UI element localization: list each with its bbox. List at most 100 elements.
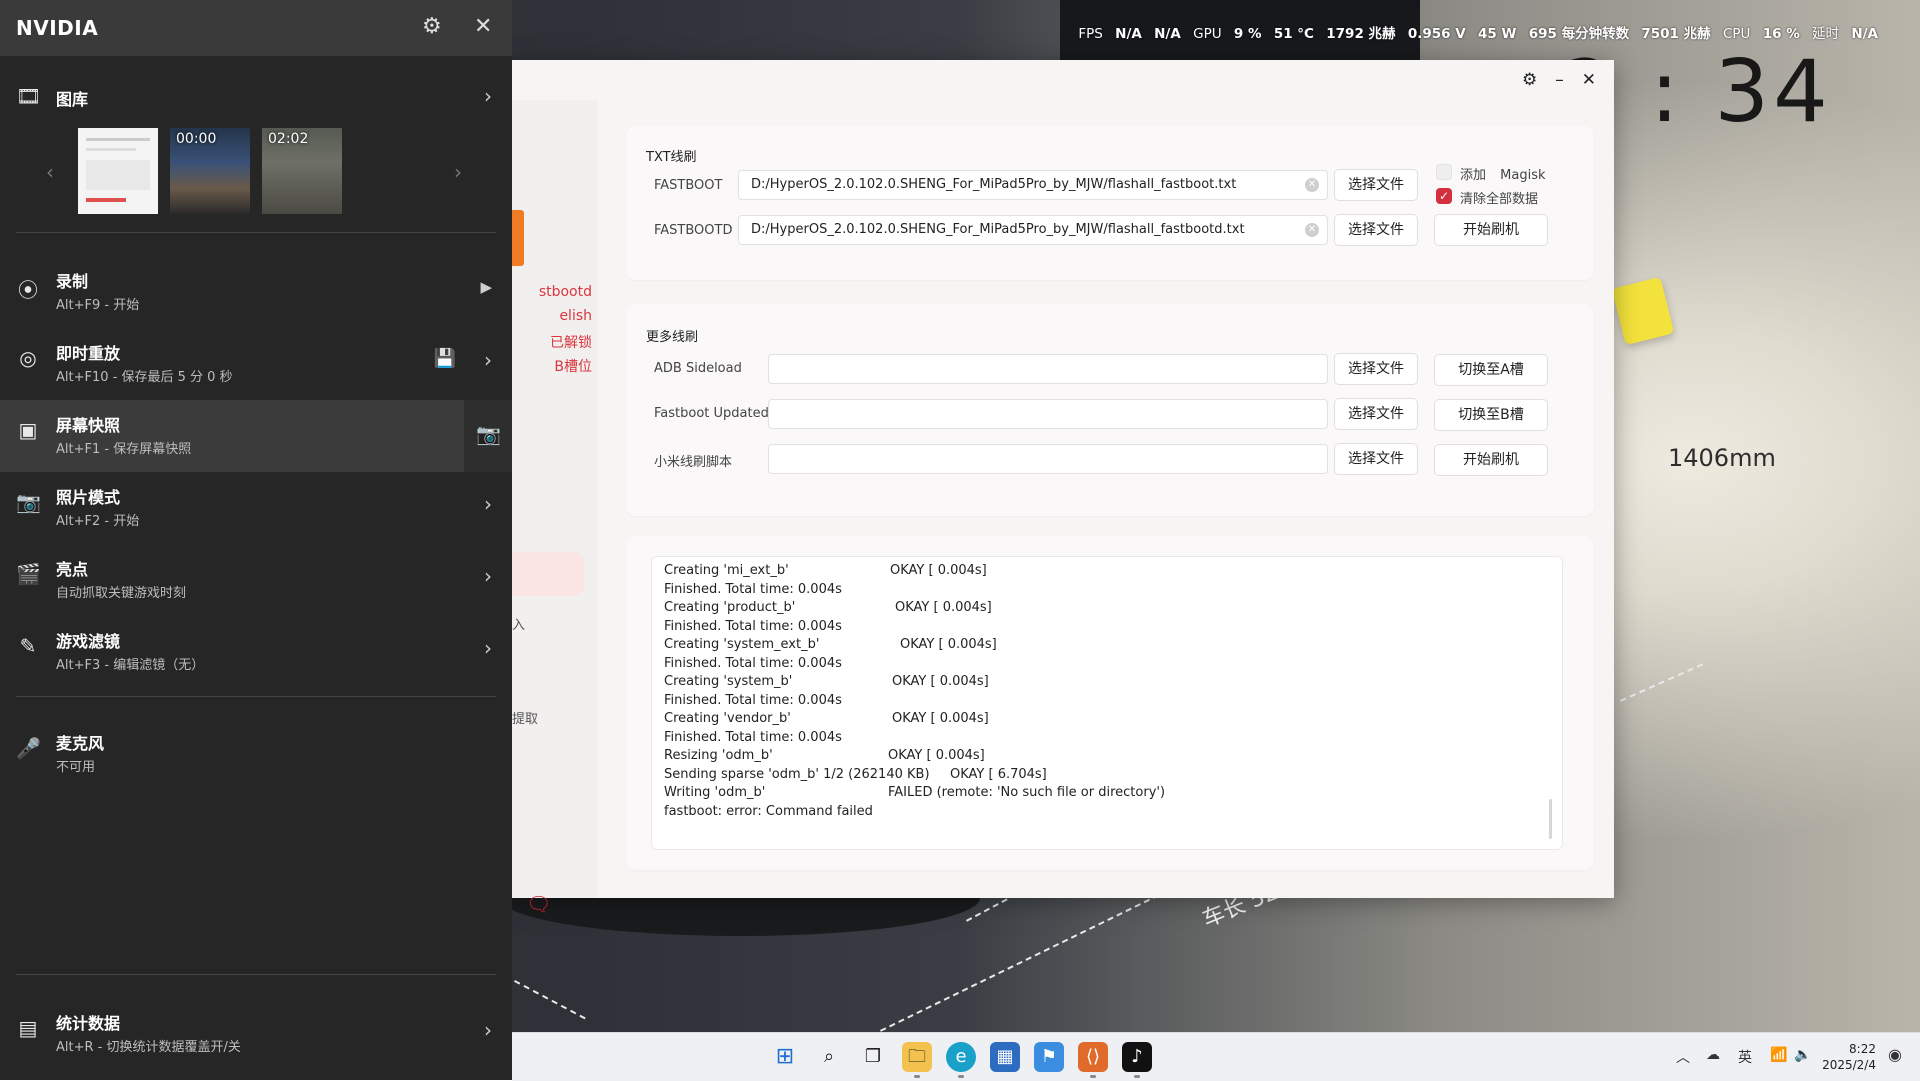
mi-flash-script-label: 小米线刷脚本 [654, 455, 733, 470]
log-line-status: OKAY [ 0.004s] [892, 711, 989, 726]
tray-expand-icon[interactable]: ︿ [1676, 1047, 1690, 1067]
stats-icon: ▤ [18, 1016, 38, 1040]
search-icon[interactable]: ⌕ [814, 1042, 844, 1072]
mi-flash-start-button[interactable]: 开始刷机 [1434, 444, 1548, 476]
taskbar-clock[interactable]: 8:22 2025/2/4 [1822, 1041, 1876, 1073]
code-app-icon[interactable]: ⟨⟩ [1078, 1042, 1108, 1072]
fastboot-updated-choose-file-button[interactable]: 选择文件 [1334, 398, 1418, 430]
start-flash-button[interactable]: 开始刷机 [1434, 214, 1548, 246]
sidebar-item-extract[interactable]: 提取 [512, 708, 538, 727]
thumb-time: 00:00 [176, 131, 217, 147]
hud-mem-clock: 7501 兆赫 [1641, 26, 1711, 42]
chevron-right-icon: › [484, 564, 492, 588]
fastboot-updated-input[interactable] [768, 399, 1328, 429]
chat-icon[interactable]: 🗨 [526, 892, 551, 916]
record-sub: Alt+F9 - 开始 [56, 298, 140, 313]
task-view-icon[interactable]: ❐ [858, 1042, 888, 1072]
adb-sideload-input[interactable] [768, 354, 1328, 384]
fastbootd-path-input[interactable]: D:/HyperOS_2.0.102.0.SHENG_For_MiPad5Pro… [738, 215, 1328, 245]
tiktok-icon[interactable]: ♪ [1122, 1042, 1152, 1072]
camera-button[interactable]: 📷 [464, 400, 512, 472]
image-icon: ▣ [18, 418, 38, 442]
file-explorer-icon[interactable]: 🗀 [902, 1042, 932, 1072]
hud-cpu-label: CPU [1722, 26, 1751, 42]
wipe-data-checkbox[interactable]: ✓ [1436, 188, 1452, 204]
add-magisk-checkbox[interactable] [1436, 164, 1452, 180]
gallery-next-icon[interactable]: › [454, 160, 462, 184]
log-line-status: OKAY [ 0.004s] [890, 563, 987, 578]
log-line: Resizing 'odm_b' [664, 748, 773, 763]
log-line: Finished. Total time: 0.004s [664, 581, 842, 597]
mi-flash-script-input[interactable] [768, 444, 1328, 474]
log-line: Creating 'product_b' [664, 600, 796, 615]
gear-icon[interactable]: ⚙ [1522, 70, 1537, 90]
fastboot-path-input[interactable]: D:/HyperOS_2.0.102.0.SHENG_For_MiPad5Pro… [738, 170, 1328, 200]
mi-flash-script-choose-file-button[interactable]: 选择文件 [1334, 443, 1418, 475]
adb-sideload-label: ADB Sideload [654, 361, 742, 376]
fastboot-choose-file-button[interactable]: 选择文件 [1334, 169, 1418, 201]
device-slot: B槽位 [554, 359, 592, 375]
fastbootd-choose-file-button[interactable]: 选择文件 [1334, 214, 1418, 246]
chevron-right-icon: › [484, 84, 492, 108]
hud-gpu-power: 45 W [1478, 26, 1517, 42]
device-mode: stbootd [538, 284, 592, 300]
volume-icon[interactable]: 🔈 [1794, 1047, 1811, 1063]
sidebar-item-selected[interactable] [512, 552, 584, 596]
wifi-icon[interactable]: 📶 [1770, 1047, 1787, 1063]
gallery-thumb[interactable] [78, 128, 158, 214]
windows-start-icon[interactable]: ⊞ [770, 1042, 800, 1072]
instant-replay-label: 即时重放 [56, 344, 121, 363]
log-output[interactable]: Creating 'mi_ext_b' OKAY [ 0.004s] Finis… [651, 556, 1563, 850]
close-icon[interactable]: ✕ [474, 14, 492, 39]
nv-item-game-filter[interactable]: ✎ 游戏滤镜 Alt+F3 - 编辑滤镜（无） › [0, 616, 512, 688]
ime-indicator[interactable]: 英 [1738, 1047, 1752, 1067]
nv-item-gallery[interactable]: 🎞 图库 › [0, 62, 512, 122]
chevron-right-icon: › [484, 636, 492, 660]
nv-item-microphone[interactable]: 🎤 麦克风 不可用 [0, 718, 512, 790]
switch-slot-b-button[interactable]: 切换至B槽 [1434, 399, 1548, 431]
gallery-label: 图库 [56, 90, 89, 109]
chevron-right-icon: › [484, 492, 492, 516]
adb-sideload-choose-file-button[interactable]: 选择文件 [1334, 353, 1418, 385]
microphone-icon: 🎤 [16, 736, 41, 760]
fastbootd-path-value: D:/HyperOS_2.0.102.0.SHENG_For_MiPad5Pro… [751, 222, 1245, 237]
clear-icon[interactable]: ✕ [1305, 178, 1319, 192]
hud-gpu-usage: 9 % [1233, 26, 1262, 42]
app-icon[interactable]: ⚑ [1034, 1042, 1064, 1072]
nv-item-record[interactable]: ⦿ 录制 Alt+F9 - 开始 ▶ [0, 256, 512, 328]
photo-mode-sub: Alt+F2 - 开始 [56, 514, 140, 529]
log-line-status: FAILED (remote: 'No such file or directo… [888, 785, 1166, 800]
nv-item-instant-replay[interactable]: ◎ 即时重放 Alt+F10 - 保存最后 5 分 0 秒 💾 › [0, 328, 512, 400]
log-line-status: OKAY [ 0.004s] [895, 600, 992, 615]
sidebar-accent [512, 210, 524, 266]
camera-icon: 📷 [16, 490, 41, 514]
clear-icon[interactable]: ✕ [1305, 223, 1319, 237]
store-icon[interactable]: ▦ [990, 1042, 1020, 1072]
cloud-icon[interactable]: ☁ [1706, 1047, 1720, 1063]
hud-gpu-fan: 695 每分钟转数 [1528, 26, 1630, 42]
edge-browser-icon[interactable]: e [946, 1042, 976, 1072]
nvidia-header: NVIDIA ⚙ ✕ [0, 0, 512, 56]
gallery-thumb[interactable]: 02:02 [262, 128, 342, 214]
nv-item-screenshot[interactable]: ▣ 屏幕快照 Alt+F1 - 保存屏幕快照 📷 [0, 400, 512, 472]
gear-icon[interactable]: ⚙ [422, 14, 442, 39]
close-icon[interactable]: ✕ [1582, 70, 1596, 90]
running-indicator [914, 1075, 920, 1078]
screenshot-label: 屏幕快照 [56, 416, 121, 435]
gallery-thumb[interactable]: 00:00 [170, 128, 250, 214]
notification-icon[interactable]: ◉ [1888, 1045, 1902, 1064]
record-icon: ⦿ [18, 278, 38, 302]
log-line-status: OKAY [ 0.004s] [888, 748, 985, 763]
save-icon[interactable]: 💾 [434, 348, 456, 369]
nv-item-statistics[interactable]: ▤ 统计数据 Alt+R - 切换统计数据覆盖开/关 › [0, 998, 512, 1070]
nv-item-photo-mode[interactable]: 📷 照片模式 Alt+F2 - 开始 › [0, 472, 512, 544]
hud-latency-value: N/A [1851, 26, 1878, 42]
fastboot-updated-label: Fastboot Updated [654, 406, 769, 421]
log-scrollbar[interactable] [1549, 799, 1552, 839]
gallery-prev-icon[interactable]: ‹ [46, 160, 54, 184]
minimize-icon[interactable]: – [1555, 70, 1564, 90]
switch-slot-a-button[interactable]: 切换至A槽 [1434, 354, 1548, 386]
hud-gpu-voltage: 0.956 V [1407, 26, 1466, 42]
nv-item-highlights[interactable]: 🎬 亮点 自动抓取关键游戏时刻 › [0, 544, 512, 616]
sidebar-item-import[interactable]: 入 [512, 614, 525, 633]
